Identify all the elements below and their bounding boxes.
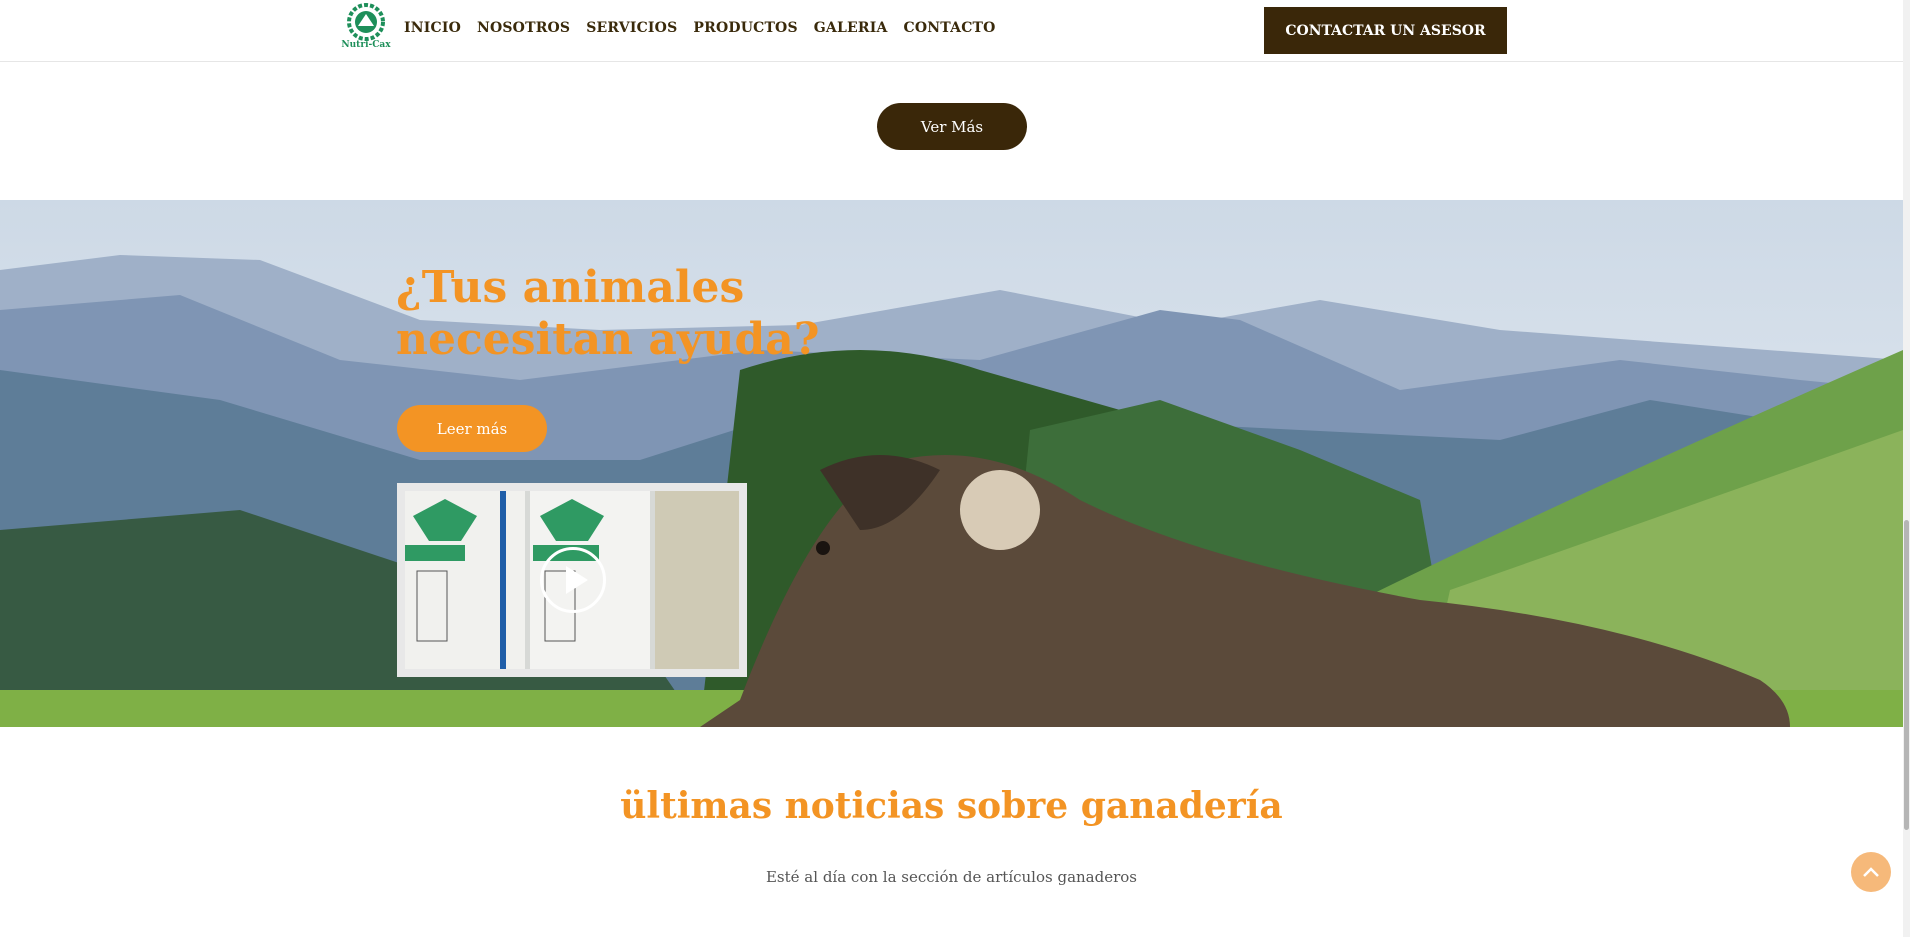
nav-galeria[interactable]: GALERIA [814,20,888,36]
contact-advisor-button[interactable]: CONTACTAR UN ASESOR [1264,7,1507,54]
logo-text: Nutri-Cax [341,40,391,50]
ver-mas-button[interactable]: Ver Más [877,103,1027,150]
chevron-up-icon [1863,867,1879,877]
scrollbar-thumb[interactable] [1904,520,1909,830]
logo-icon [347,3,385,41]
scroll-to-top-button[interactable] [1851,852,1891,892]
nutri-cax-logo[interactable]: Nutri-Cax [338,2,394,54]
news-title: ültimas noticias sobre ganadería [620,785,1283,827]
nav-inicio[interactable]: INICIO [404,20,461,36]
hero-title: ¿Tus animales necesitan ayuda? [396,262,820,365]
play-icon[interactable] [540,547,606,613]
video-thumbnail[interactable] [397,483,747,677]
play-triangle-icon [566,566,588,594]
nav-nosotros[interactable]: NOSOTROS [477,20,570,36]
news-subtitle: Esté al día con la sección de artículos … [765,868,1137,886]
main-nav: INICIO NOSOTROS SERVICIOS PRODUCTOS GALE… [404,20,996,36]
hero-section: ¿Tus animales necesitan ayuda? Leer más [0,200,1903,727]
nav-productos[interactable]: PRODUCTOS [693,20,797,36]
nav-servicios[interactable]: SERVICIOS [586,20,677,36]
nav-contacto[interactable]: CONTACTO [904,20,996,36]
leer-mas-button[interactable]: Leer más [397,405,547,452]
video-preview-image [405,491,739,669]
site-header: Nutri-Cax INICIO NOSOTROS SERVICIOS PROD… [0,0,1903,62]
